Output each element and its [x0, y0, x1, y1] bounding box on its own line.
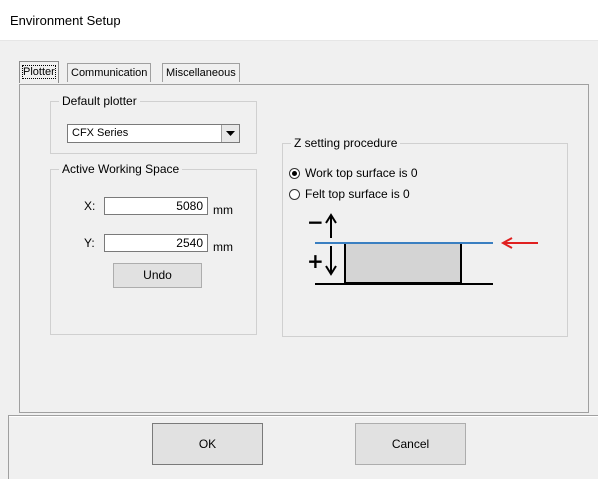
default-plotter-legend: Default plotter: [59, 94, 140, 108]
dialog-client-area: Plotter Communication Miscellaneous Defa…: [0, 41, 598, 479]
z-setting-group: Z setting procedure Work top surface is …: [282, 136, 568, 337]
footer-divider-highlight: [8, 416, 598, 417]
tab-panel-plotter: Default plotter CFX Series Active Workin…: [19, 84, 589, 413]
z-setting-diagram: − +: [307, 210, 538, 285]
minus-sign: −: [307, 210, 324, 234]
ok-button[interactable]: OK: [152, 423, 263, 465]
y-value-field[interactable]: 2540: [104, 234, 208, 252]
x-label: X:: [84, 199, 96, 213]
default-plotter-group: Default plotter CFX Series: [50, 94, 257, 154]
plotter-select[interactable]: CFX Series: [67, 124, 240, 143]
tab-plotter[interactable]: Plotter: [19, 61, 59, 83]
work-block: [344, 242, 462, 284]
z-setting-legend: Z setting procedure: [291, 136, 401, 150]
felt-top-label[interactable]: Felt top surface is 0: [305, 187, 410, 201]
tab-miscellaneous-label: Miscellaneous: [166, 67, 236, 79]
chevron-down-icon[interactable]: [221, 125, 239, 142]
x-value-field[interactable]: 5080: [104, 197, 208, 215]
work-top-label[interactable]: Work top surface is 0: [305, 166, 418, 180]
tab-plotter-label: Plotter: [22, 65, 56, 79]
working-space-group: Active Working Space X: 5080 mm Y: 2540 …: [50, 162, 257, 335]
window-title: Environment Setup: [10, 13, 121, 28]
felt-top-radio[interactable]: [289, 189, 300, 200]
working-space-legend: Active Working Space: [59, 162, 183, 176]
y-label: Y:: [84, 236, 95, 250]
tab-miscellaneous[interactable]: Miscellaneous: [162, 63, 240, 82]
undo-button[interactable]: Undo: [113, 263, 202, 288]
plus-sign: +: [307, 249, 324, 273]
tab-communication-label: Communication: [71, 67, 148, 79]
title-bar: Environment Setup: [0, 0, 598, 41]
plotter-select-value: CFX Series: [72, 127, 129, 139]
footer-left-edge: [8, 416, 9, 479]
x-unit-label: mm: [213, 203, 233, 217]
y-unit-label: mm: [213, 240, 233, 254]
tab-communication[interactable]: Communication: [67, 63, 152, 82]
work-top-radio[interactable]: [289, 168, 300, 179]
cancel-button[interactable]: Cancel: [355, 423, 466, 465]
